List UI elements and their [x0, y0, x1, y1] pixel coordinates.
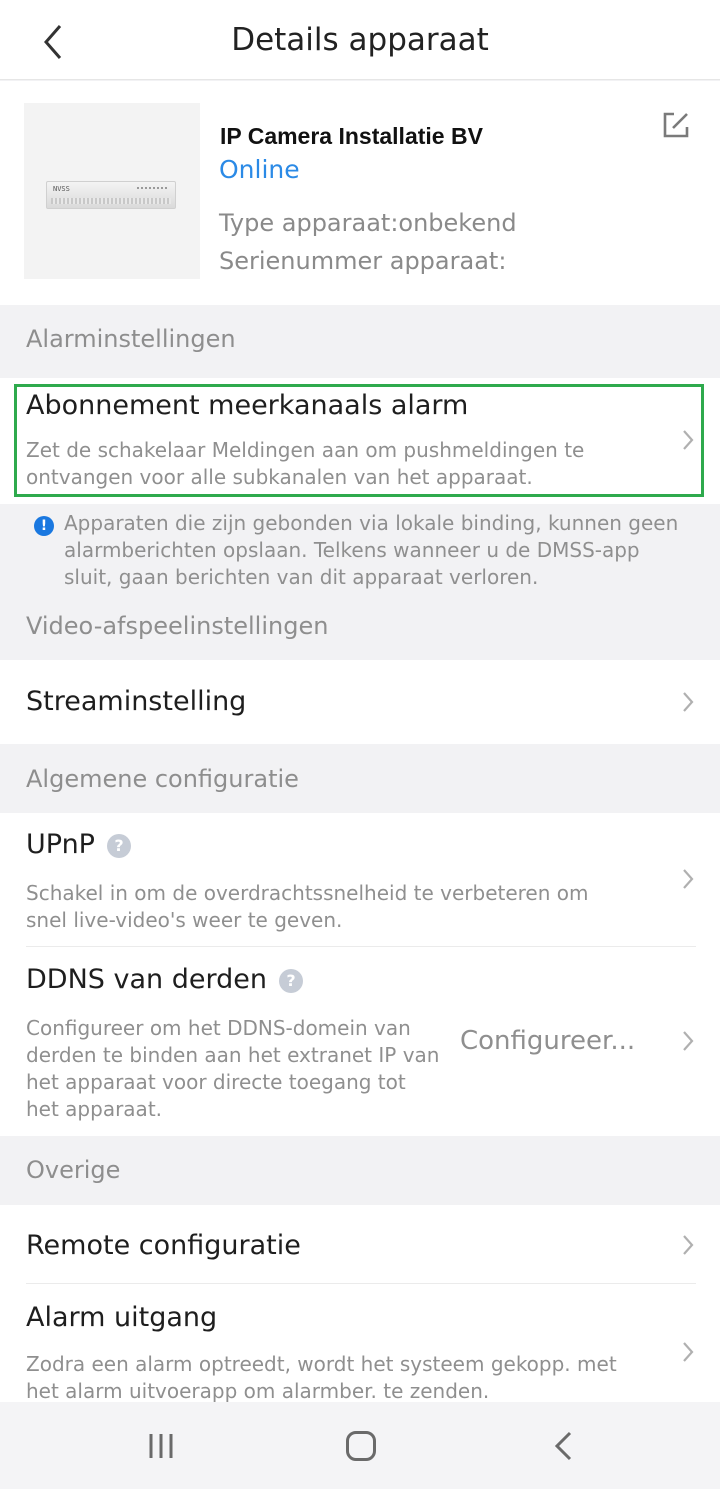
home-icon[interactable] [346, 1431, 376, 1461]
alarm-subscription-desc-1: Zet de schakelaar Meldingen aan om pushm… [26, 438, 585, 462]
upnp-desc-2: snel live-video's weer te geven. [26, 908, 343, 932]
stream-setting-label: Streaminstelling [26, 686, 247, 717]
device-type: Type apparaat:onbekend [219, 209, 517, 237]
remote-config-label[interactable]: Remote configuratie [26, 1230, 301, 1261]
help-circle-icon[interactable]: ? [106, 833, 131, 858]
nvr-device-image: NVSS [46, 181, 176, 209]
upnp-desc-1: Schakel in om de overdrachtssnelheid te … [26, 881, 589, 905]
info-icon: ! [34, 516, 54, 536]
help-circle-icon[interactable]: ? [278, 968, 303, 993]
chevron-right-icon [683, 692, 694, 712]
ddns-desc-1: Configureer om het DDNS-domein van [26, 1016, 411, 1040]
local-binding-notice: Apparaten die zijn gebonden via lokale b… [64, 510, 704, 591]
recent-apps-icon[interactable] [147, 1432, 175, 1460]
chevron-right-icon[interactable] [680, 1029, 696, 1053]
general-config-card: UPnP? Schakel in om de overdrachtssnelhe… [0, 813, 720, 1136]
chevron-right-icon[interactable] [680, 1233, 696, 1257]
section-general-config: Algemene configuratie [26, 765, 299, 793]
section-other: Overige [26, 1156, 121, 1184]
chevron-right-icon[interactable] [680, 867, 696, 891]
notice-line-1: Apparaten die zijn gebonden via lokale b… [64, 511, 679, 535]
alarm-output-desc-1: Zodra een alarm optreedt, wordt het syst… [26, 1352, 617, 1376]
ddns-desc-2: derden te binden aan het extranet IP van [26, 1043, 440, 1067]
other-card: Remote configuratie Alarm uitgang Zodra … [0, 1205, 720, 1403]
ddns-desc-3: het apparaat voor directe toegang tot [26, 1070, 406, 1094]
chevron-right-icon [683, 430, 694, 450]
edit-icon[interactable] [660, 109, 692, 141]
device-status: Online [219, 155, 300, 184]
ddns-desc-4: het apparaat. [26, 1097, 163, 1121]
alarm-subscription-row[interactable]: Abonnement meerkanaals alarm Zet de scha… [0, 378, 720, 504]
alarm-subscription-desc-2: ontvangen voor alle subkanalen van het a… [26, 465, 533, 489]
device-brand: NVSS [53, 185, 70, 193]
device-card: NVSS IP Camera Installatie BV Online Typ… [0, 81, 720, 305]
section-alarm-settings: Alarminstellingen [26, 325, 236, 353]
chevron-right-icon[interactable] [680, 1340, 696, 1364]
divider [26, 1283, 696, 1284]
notice-line-2: alarmberichten opslaan. Telkens wanneer … [64, 538, 640, 562]
section-video-playback: Video-afspeelinstellingen [26, 612, 329, 640]
alarm-subscription-label: Abonnement meerkanaals alarm [26, 390, 469, 421]
stream-setting-row[interactable]: Streaminstelling [0, 660, 720, 744]
device-thumbnail: NVSS [24, 103, 200, 279]
device-name: IP Camera Installatie BV [220, 123, 483, 149]
notice-line-3: sluit, gaan berichten van dit apparaat v… [64, 565, 539, 589]
app-header: Details apparaat [0, 0, 720, 80]
upnp-label[interactable]: UPnP? [26, 829, 131, 860]
alarm-output-label[interactable]: Alarm uitgang [26, 1302, 217, 1333]
back-icon[interactable] [552, 1430, 574, 1462]
divider [26, 946, 696, 947]
ddns-label[interactable]: DDNS van derden? [26, 964, 303, 995]
device-serial: Serienummer apparaat: [219, 247, 507, 275]
ddns-value[interactable]: Configureer... [460, 1026, 635, 1056]
alarm-output-desc-2: het alarm uitvoerapp om alarmber. te zen… [26, 1379, 490, 1403]
page-title: Details apparaat [231, 22, 489, 58]
